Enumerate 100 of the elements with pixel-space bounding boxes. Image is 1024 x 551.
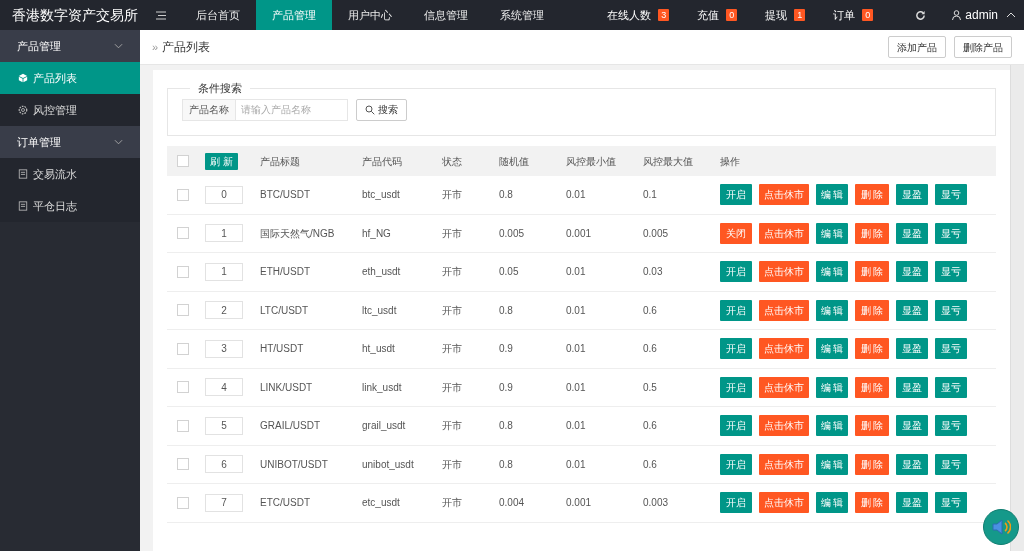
action-button[interactable]: 显盈 [896,415,928,437]
action-button[interactable]: 点击休市 [759,261,809,283]
toggle-button[interactable]: 关闭 [720,222,752,244]
action-button[interactable]: 编 辑 [816,415,848,437]
row-checkbox[interactable] [177,304,189,317]
stat-label[interactable]: 订单 [833,6,856,24]
action-button[interactable]: 显亏 [935,376,967,398]
action-button[interactable]: 显盈 [896,299,928,321]
sidebar-item[interactable]: 风控管理 [0,94,140,126]
action-button[interactable]: 显亏 [935,415,967,437]
action-button[interactable]: 编 辑 [816,222,848,244]
action-button[interactable]: 显盈 [896,453,928,475]
toggle-button[interactable]: 开启 [720,415,752,437]
nav-tab[interactable]: 系统管理 [484,0,560,30]
sort-field[interactable]: 1 [205,224,243,243]
action-button[interactable]: 显盈 [896,222,928,244]
table-cell: 开市 [442,266,462,278]
action-button[interactable]: 显盈 [896,261,928,283]
toggle-button[interactable]: 开启 [720,376,752,398]
sort-field[interactable]: 3 [205,339,243,358]
action-button[interactable]: 点击休市 [759,453,809,475]
select-all-checkbox[interactable] [177,155,189,167]
sort-field[interactable]: 6 [205,455,243,474]
action-button[interactable]: 显亏 [935,453,967,475]
action-button[interactable]: 删 除 [855,261,889,283]
nav-tab[interactable]: 产品管理 [256,0,332,30]
action-button[interactable]: 点击休市 [759,222,809,244]
action-button[interactable]: 点击休市 [759,415,809,437]
search-button[interactable]: 搜索 [356,98,407,121]
action-button[interactable]: 点击休市 [759,376,809,398]
action-button[interactable]: 点击休市 [759,492,809,514]
toggle-button[interactable]: 开启 [720,453,752,475]
stat-label[interactable]: 充值 [697,6,720,24]
action-button[interactable]: 删 除 [855,415,889,437]
toggle-button[interactable]: 开启 [720,299,752,321]
sidebar-item[interactable]: 产品列表 [0,62,140,94]
sort-field[interactable]: 7 [205,493,243,512]
row-checkbox[interactable] [177,381,189,394]
action-button[interactable]: 编 辑 [816,492,848,514]
stat-label[interactable]: 在线人数 [607,6,652,24]
refresh-button[interactable]: 刷 新 [205,152,238,170]
table-cell: 0.8 [499,458,513,470]
action-button[interactable]: 编 辑 [816,376,848,398]
action-button[interactable]: 显亏 [935,184,967,206]
toolbar-button[interactable]: 删除产品 [954,36,1012,58]
sidebar-group[interactable]: 订单管理 [0,126,140,158]
sidebar-item[interactable]: 平仓日志 [0,190,140,222]
action-button[interactable]: 显盈 [896,338,928,360]
action-button[interactable]: 显亏 [935,261,967,283]
action-button[interactable]: 编 辑 [816,299,848,321]
row-checkbox[interactable] [177,458,189,471]
stat-label[interactable]: 提现 [765,6,788,24]
toggle-button[interactable]: 开启 [720,338,752,360]
action-button[interactable]: 编 辑 [816,338,848,360]
action-button[interactable]: 编 辑 [816,261,848,283]
table-cell: 0.9 [499,381,513,393]
action-button[interactable]: 显亏 [935,222,967,244]
menu-icon[interactable] [156,10,166,20]
sort-field[interactable]: 1 [205,262,243,281]
action-button[interactable]: 显盈 [896,492,928,514]
table-cell: 0.01 [566,304,586,316]
sort-field[interactable]: 0 [205,185,243,204]
nav-tab[interactable]: 信息管理 [408,0,484,30]
nav-tab[interactable]: 后台首页 [180,0,256,30]
action-button[interactable]: 点击休市 [759,338,809,360]
action-button[interactable]: 显盈 [896,184,928,206]
row-checkbox[interactable] [177,496,189,509]
row-checkbox[interactable] [177,188,189,201]
action-button[interactable]: 删 除 [855,299,889,321]
action-button[interactable]: 显亏 [935,338,967,360]
action-button[interactable]: 删 除 [855,492,889,514]
refresh-icon[interactable] [915,9,927,21]
sort-field[interactable]: 5 [205,416,243,435]
action-button[interactable]: 删 除 [855,338,889,360]
action-button[interactable]: 删 除 [855,453,889,475]
sort-field[interactable]: 4 [205,378,243,397]
product-name-field[interactable]: 请输入产品名称 [236,98,348,121]
sidebar-group[interactable]: 产品管理 [0,30,140,62]
action-button[interactable]: 删 除 [855,184,889,206]
action-button[interactable]: 编 辑 [816,453,848,475]
action-button[interactable]: 编 辑 [816,184,848,206]
sort-field[interactable]: 2 [205,301,243,320]
action-button[interactable]: 删 除 [855,222,889,244]
toggle-button[interactable]: 开启 [720,184,752,206]
user-menu[interactable]: admin [952,6,1016,24]
action-button[interactable]: 删 除 [855,376,889,398]
toggle-button[interactable]: 开启 [720,261,752,283]
row-checkbox[interactable] [177,342,189,355]
action-button[interactable]: 点击休市 [759,184,809,206]
action-button[interactable]: 点击休市 [759,299,809,321]
row-checkbox[interactable] [177,265,189,278]
sidebar-item[interactable]: 交易流水 [0,158,140,190]
action-button[interactable]: 显盈 [896,376,928,398]
row-checkbox[interactable] [177,419,189,432]
nav-tab[interactable]: 用户中心 [332,0,408,30]
toggle-button[interactable]: 开启 [720,492,752,514]
row-checkbox[interactable] [177,227,189,240]
toolbar-button[interactable]: 添加产品 [888,36,946,58]
action-button[interactable]: 显亏 [935,299,967,321]
action-button[interactable]: 显亏 [935,492,967,514]
